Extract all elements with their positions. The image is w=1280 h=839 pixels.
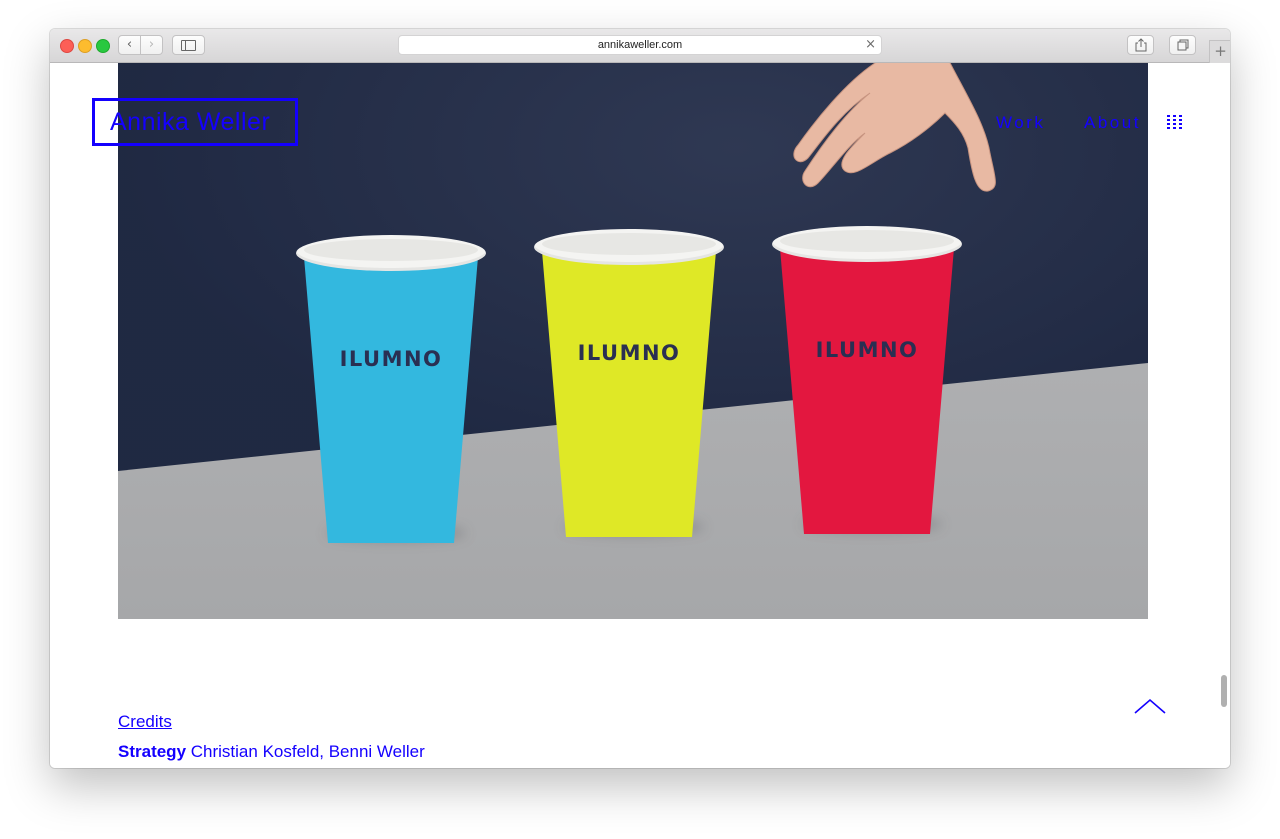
zoom-window-button[interactable] [96,39,110,53]
cup-logo: ILUMNO [815,338,919,362]
cup-logo: ILUMNO [577,341,681,365]
back-button[interactable]: ‹ [118,35,141,55]
cup-rim-inner [542,233,716,255]
stop-loading-icon[interactable]: × [865,36,876,54]
credit-role: Strategy [118,742,187,761]
nav-work-link[interactable]: Work [996,113,1045,133]
forward-icon: › [148,37,155,52]
browser-toolbar: ‹ › annikaweller.com × + [50,29,1230,63]
scrollbar-thumb[interactable] [1221,675,1227,707]
hand-illustration [793,63,996,192]
cup-body [780,248,954,534]
grid-icon[interactable] [1167,115,1182,130]
sidebar-icon [181,40,196,51]
cup-yellow: ILUMNO [534,229,734,539]
site-logo[interactable]: Annika Weller [92,98,298,146]
chevron-up-icon[interactable] [1133,697,1167,715]
credits-strategy: Strategy Christian Kosfeld, Benni Weller [118,742,425,762]
cup-blue: ILUMNO [296,235,496,545]
new-tab-button[interactable]: + [1209,40,1230,63]
url-text: annikaweller.com [597,39,683,51]
cup-rim [296,235,486,271]
close-window-button[interactable] [60,39,74,53]
sidebar-button[interactable] [172,35,205,55]
cup-logo: ILUMNO [339,347,443,371]
credit-names: Christian Kosfeld, Benni Weller [190,742,425,761]
show-tabs-button[interactable] [1169,35,1196,55]
tabs-icon [1177,39,1188,51]
cup-body [304,257,478,543]
cup-body [542,251,716,537]
back-icon: ‹ [126,37,133,52]
cup-rim-inner [304,239,478,261]
minimize-window-button[interactable] [78,39,92,53]
credits-link[interactable]: Credits [118,712,172,732]
share-icon [1135,38,1146,52]
browser-window: ‹ › annikaweller.com × + ILUMNO ILUMNO I… [50,29,1230,768]
share-button[interactable] [1127,35,1154,55]
hero-image: ILUMNO ILUMNO ILUMNO [118,63,1148,619]
cup-rim [534,229,724,265]
address-bar[interactable]: annikaweller.com × [398,35,882,55]
forward-button[interactable]: › [140,35,163,55]
nav-about-link[interactable]: About [1084,113,1141,133]
new-tab-icon: + [1214,42,1227,60]
page-viewport: ILUMNO ILUMNO ILUMNO Annika Weller Work … [50,63,1230,768]
cup-red: ILUMNO [772,226,972,536]
